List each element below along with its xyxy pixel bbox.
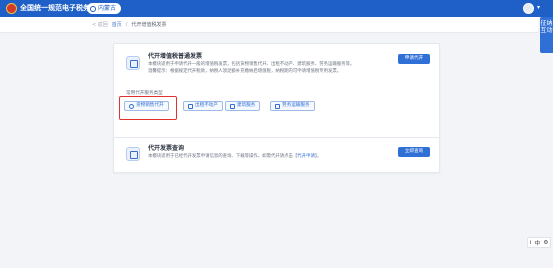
info-icon[interactable]: i [530, 240, 532, 246]
transport-icon [275, 103, 280, 109]
breadcrumb-home[interactable]: 首页 [112, 22, 122, 29]
region-name: 内蒙古 [98, 5, 117, 12]
query-now-button[interactable]: 立即查询 [398, 147, 430, 157]
tax-emblem-icon [6, 3, 17, 14]
language-toggle[interactable]: 中 [535, 239, 541, 247]
vat-card-title: 代开增值税普通发票 [148, 53, 203, 60]
type-transport-button[interactable]: 劳务运输服务 [270, 101, 315, 111]
query-desc-suffix: 】。 [314, 154, 322, 159]
building-icon [230, 103, 235, 109]
type-goods-sales-label: 货物销售代开 [136, 103, 164, 108]
region-selector[interactable]: 内蒙古 [87, 3, 122, 14]
side-tab-line-2: 互动 [540, 27, 553, 34]
floating-toolbar: i 中 ⚙ [527, 237, 551, 248]
invoice-icon [126, 56, 140, 70]
query-card-title: 代开发票查询 [148, 145, 185, 152]
type-rent-property-button[interactable]: 出租不动产 [183, 101, 223, 111]
apply-invoice-link[interactable]: 代开申请 [297, 154, 315, 159]
type-transport-label: 劳务运输服务 [282, 103, 310, 108]
breadcrumb-bar: < 返回 首页 / 代开增值税发票 [0, 17, 538, 33]
vat-card-desc-2: 温馨提示：根据规定代开税款，纳税人须足额补充缴纳后增值税，纳税期内可申请增值税专… [148, 69, 342, 74]
top-bar: 全国统一规范电子税务局 内蒙古 ▾ [0, 0, 553, 17]
house-icon [188, 103, 193, 109]
type-goods-sales-button[interactable]: 货物销售代开 [124, 101, 169, 111]
back-link[interactable]: < 返回 [92, 22, 108, 29]
apply-invoice-button[interactable]: 申请代开 [398, 54, 430, 64]
breadcrumb-current: 代开增值税发票 [131, 22, 167, 28]
query-card-desc: 本模块适用于已经代开发票申请信息的查询、下载等操作，如需代开请点击【代开申请】。 [148, 153, 321, 160]
user-avatar[interactable] [523, 3, 534, 14]
chevron-down-icon[interactable]: ▾ [537, 4, 540, 12]
location-pin-icon [90, 5, 96, 12]
type-construction-button[interactable]: 建筑服务 [225, 101, 261, 111]
breadcrumb: < 返回 首页 / 代开增值税发票 [92, 22, 167, 29]
type-rent-property-label: 出租不动产 [195, 103, 218, 108]
gear-icon[interactable]: ⚙ [543, 240, 548, 246]
query-icon [126, 147, 140, 161]
vat-card-desc-1: 本模块适用于申请代开一般的增值税发票，包括货物销售代开、出租不动产、建筑服务、劳… [148, 62, 355, 67]
side-tab-line-1: 征纳 [540, 20, 553, 27]
goods-icon [129, 103, 134, 109]
breadcrumb-separator: / [125, 22, 128, 28]
service-type-label: 常用代开服务类型 [126, 91, 163, 96]
site-title[interactable]: 全国统一规范电子税务局 [20, 3, 97, 14]
query-desc-prefix: 本模块适用于已经代开发票申请信息的查询、下载等操作，如需代开请点击【 [148, 154, 298, 159]
type-construction-label: 建筑服务 [237, 103, 256, 108]
interaction-side-tab[interactable]: 征纳 互动 [540, 17, 553, 53]
